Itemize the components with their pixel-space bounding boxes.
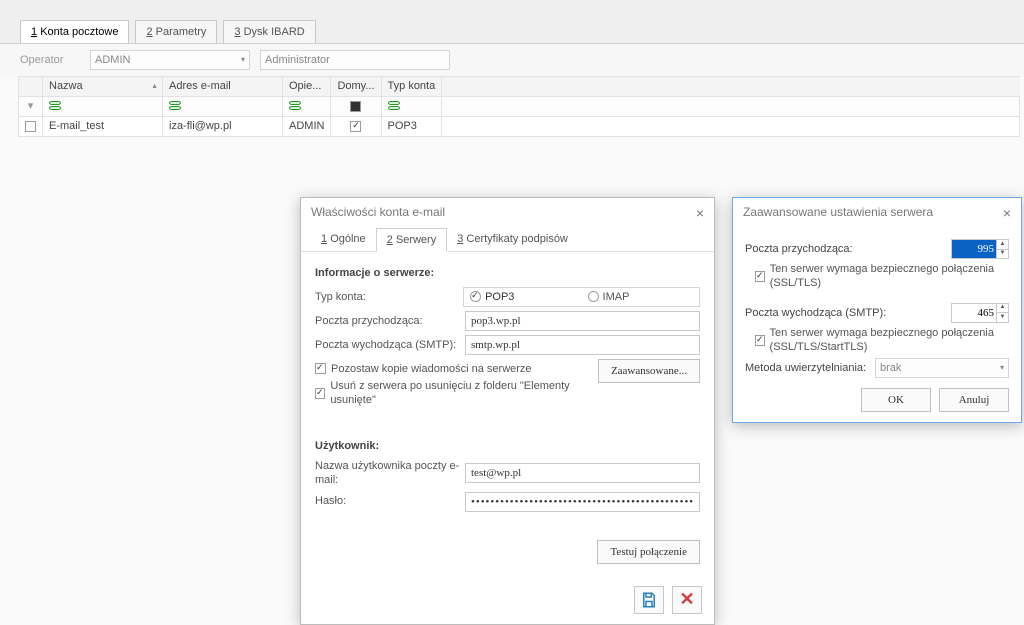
dlg-tab-serwery[interactable]: 2 Serwery (376, 228, 448, 252)
close-icon[interactable]: × (1003, 204, 1011, 222)
outgoing-port-input[interactable] (951, 303, 997, 323)
outgoing-port-spinner[interactable]: ▲▼ (997, 303, 1009, 323)
lbl-auth-method: Metoda uwierzytelniania: (745, 361, 875, 375)
test-connection-button[interactable]: Testuj połączenie (597, 540, 700, 564)
tab-parametry[interactable]: 2 Parametry (135, 20, 217, 43)
advanced-button[interactable]: Zaawansowane... (598, 359, 700, 383)
col-domyslne[interactable]: Domy... (331, 77, 381, 97)
incoming-port-spinner[interactable]: ▲▼ (997, 239, 1009, 259)
filter-domyslne[interactable] (331, 97, 381, 117)
lbl-typ-konta: Typ konta: (315, 290, 463, 304)
col-adres[interactable]: Adres e-mail (163, 77, 283, 97)
filter-adres[interactable] (163, 97, 283, 117)
cancel-button[interactable]: ✕ (672, 586, 702, 614)
lbl-username: Nazwa użytkownika poczty e-mail: (315, 459, 465, 488)
operator-label: Operator (20, 53, 80, 67)
chk-incoming-ssl[interactable] (755, 271, 765, 282)
section-user: Użytkownik: (315, 439, 700, 453)
filter-nazwa[interactable] (43, 97, 163, 117)
table-row[interactable]: E-mail_test iza-fli@wp.pl ADMIN POP3 (19, 117, 1020, 137)
chevron-up-icon[interactable]: ▲ (997, 304, 1008, 313)
save-button[interactable] (634, 586, 664, 614)
grid-header-row: Nazwa▲ Adres e-mail Opie... Domy... Typ … (19, 77, 1020, 97)
cell-nazwa: E-mail_test (43, 117, 163, 137)
col-checkbox[interactable] (19, 77, 43, 97)
chevron-down-icon[interactable]: ▼ (997, 249, 1008, 259)
password-input[interactable] (465, 492, 700, 512)
username-input[interactable] (465, 463, 700, 483)
chk-leave-copy[interactable] (315, 363, 326, 374)
incoming-server-input[interactable] (465, 311, 700, 331)
x-icon: ✕ (679, 588, 694, 611)
dlg-tab-certyfikaty[interactable]: 3 Certyfikaty podpisów (447, 228, 578, 251)
accounts-grid: Nazwa▲ Adres e-mail Opie... Domy... Typ … (18, 76, 1020, 137)
outgoing-server-input[interactable] (465, 335, 700, 355)
filter-typ[interactable] (381, 97, 442, 117)
auth-method-combo[interactable]: brak▾ (875, 358, 1009, 378)
lbl-outgoing: Poczta wychodząca (SMTP): (315, 338, 465, 352)
account-type-radio: POP3 IMAP (463, 287, 700, 307)
chevron-up-icon[interactable]: ▲ (997, 240, 1008, 249)
incoming-port-input[interactable] (951, 239, 997, 259)
cell-email: iza-fli@wp.pl (163, 117, 283, 137)
lbl-password: Hasło: (315, 494, 465, 508)
dialog-email-account-properties: Właściwości konta e-mail × 1 Ogólne 2 Se… (300, 197, 715, 625)
cell-domyslne (331, 117, 381, 137)
dialog-tabs: 1 Ogólne 2 Serwery 3 Certyfikaty podpisó… (301, 228, 714, 252)
tab-konta-pocztowe[interactable]: 1 Konta pocztowe (20, 20, 129, 43)
operator-row: Operator ADMIN▾ Administrator (0, 44, 1024, 76)
filter-icon (169, 101, 181, 111)
close-icon[interactable]: × (696, 204, 704, 222)
cancel-button[interactable]: Anuluj (939, 388, 1009, 412)
grid-filter-row: ▾ (19, 97, 1020, 117)
chk-outgoing-ssl[interactable] (755, 335, 765, 346)
filter-icon (289, 101, 301, 111)
lbl-incoming-port: Poczta przychodząca: (745, 242, 951, 256)
chk-delete-after[interactable] (315, 388, 325, 399)
dialog-advanced-server-settings: Zaawansowane ustawienia serwera × Poczta… (732, 197, 1022, 423)
cell-opiekun: ADMIN (283, 117, 331, 137)
operator-combo[interactable]: ADMIN▾ (90, 50, 250, 70)
floppy-icon (640, 591, 658, 609)
lbl-incoming: Poczta przychodząca: (315, 314, 465, 328)
chevron-down-icon[interactable]: ▼ (997, 312, 1008, 322)
filter-icon (49, 101, 61, 111)
dialog-title: Właściwości konta e-mail (311, 205, 445, 221)
cell-typ: POP3 (381, 117, 442, 137)
col-typ[interactable]: Typ konta (381, 77, 442, 97)
filter-icon (388, 101, 400, 111)
col-opiekun[interactable]: Opie... (283, 77, 331, 97)
col-nazwa[interactable]: Nazwa▲ (43, 77, 163, 97)
ok-button[interactable]: OK (861, 388, 931, 412)
adv-dialog-title: Zaawansowane ustawienia serwera (743, 205, 933, 221)
lbl-outgoing-port: Poczta wychodząca (SMTP): (745, 306, 951, 320)
filter-opiekun[interactable] (283, 97, 331, 117)
row-checkbox[interactable] (25, 121, 36, 132)
tab-dysk-ibard[interactable]: 3 Dysk IBARD (223, 20, 315, 43)
radio-imap[interactable]: IMAP (582, 290, 699, 304)
filter-handle-icon[interactable]: ▾ (19, 97, 43, 117)
dlg-tab-ogolne[interactable]: 1 Ogólne (311, 228, 376, 251)
main-tabs: 1 Konta pocztowe 2 Parametry 3 Dysk IBAR… (0, 0, 1024, 44)
radio-pop3[interactable]: POP3 (464, 290, 581, 304)
section-server-info: Informacje o serwerze: (315, 266, 700, 280)
operator-name-field: Administrator (260, 50, 450, 70)
